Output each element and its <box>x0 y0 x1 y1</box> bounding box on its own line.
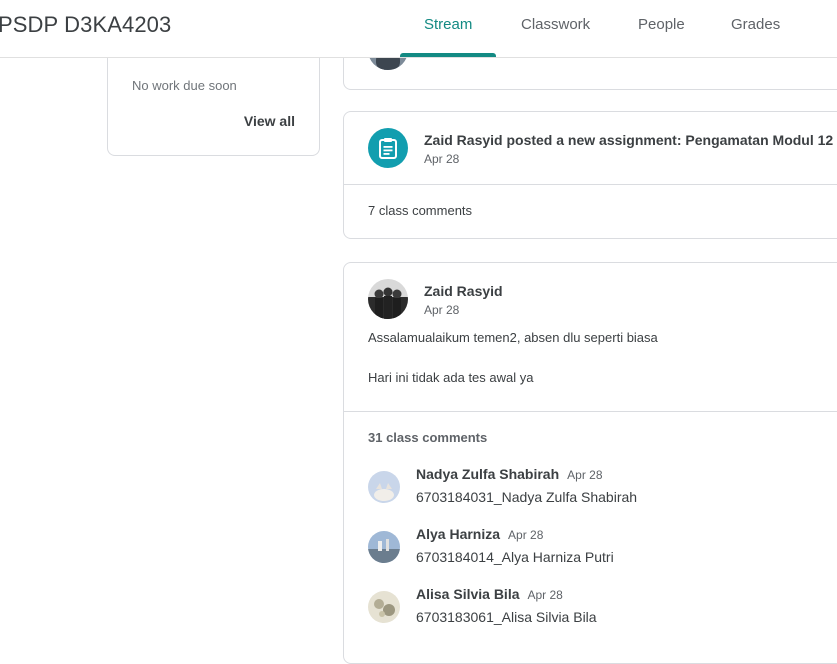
view-all-link[interactable]: View all <box>244 113 295 129</box>
divider <box>344 184 837 185</box>
avatar <box>368 531 400 563</box>
comment-date: Apr 28 <box>567 468 603 482</box>
announcement-text-line: Assalamualaikum temen2, absen dlu sepert… <box>368 330 658 345</box>
comment-text: 6703184031_Nadya Zulfa Shabirah <box>416 489 638 505</box>
class-title[interactable]: PSDP D3KA4203 <box>0 12 171 38</box>
comment-author: Alya Harniza Apr 28 <box>416 526 543 542</box>
announcement-text-line: Hari ini tidak ada tes awal ya <box>368 370 534 385</box>
post-author: Zaid Rasyid <box>424 283 503 299</box>
comment-date: Apr 28 <box>508 528 544 542</box>
comment-text: 6703183061_Alisa Silvia Bila <box>416 609 597 625</box>
comment-text: 6703184014_Alya Harniza Putri <box>416 549 614 565</box>
tab-grades[interactable]: Grades <box>731 16 780 33</box>
comment-author-name: Alisa Silvia Bila <box>416 586 520 602</box>
avatar <box>368 471 400 503</box>
comment-author: Nadya Zulfa Shabirah Apr 28 <box>416 466 603 482</box>
comment-author: Alisa Silvia Bila Apr 28 <box>416 586 563 602</box>
class-comments-link[interactable]: 31 class comments <box>368 430 487 445</box>
assignment-icon <box>368 128 408 168</box>
comment-date: Apr 28 <box>527 588 563 602</box>
no-work-text: No work due soon <box>132 78 237 93</box>
tab-people[interactable]: People <box>638 16 685 33</box>
top-app-bar: PSDP D3KA4203 Stream Classwork People Gr… <box>0 0 837 58</box>
avatar <box>368 591 400 623</box>
class-comments-link[interactable]: 7 class comments <box>368 203 472 218</box>
post-date: Apr 28 <box>424 152 460 166</box>
avatar <box>368 279 408 319</box>
comment-author-name: Nadya Zulfa Shabirah <box>416 466 560 482</box>
assignment-title[interactable]: Zaid Rasyid posted a new assignment: Pen… <box>424 132 833 148</box>
announcement-post-card: Zaid Rasyid Apr 28 Assalamualaikum temen… <box>343 262 837 664</box>
post-date: Apr 28 <box>424 303 460 317</box>
assignment-post-card[interactable]: Zaid Rasyid posted a new assignment: Pen… <box>343 111 837 239</box>
divider <box>344 411 837 412</box>
tab-classwork[interactable]: Classwork <box>521 16 590 33</box>
tab-stream[interactable]: Stream <box>424 16 472 33</box>
comment-author-name: Alya Harniza <box>416 526 501 542</box>
active-tab-indicator <box>400 53 496 57</box>
